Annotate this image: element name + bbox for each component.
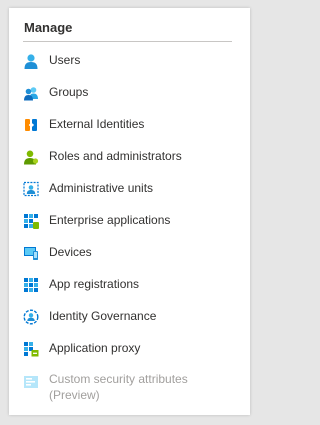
administrative-units-icon — [23, 181, 39, 197]
menu-item-label: External Identities — [49, 117, 145, 131]
menu-item-devices[interactable]: Devices — [9, 237, 250, 269]
external-identities-icon — [23, 117, 39, 133]
menu-item-label: Roles and administrators — [49, 149, 182, 163]
menu-item-label: Groups — [49, 85, 89, 99]
menu-item-groups[interactable]: Groups — [9, 77, 250, 109]
manage-panel: Manage Users Groups External Identities … — [9, 8, 250, 415]
identity-governance-icon — [23, 309, 39, 325]
menu-item-label: App registrations — [49, 277, 140, 291]
roles-icon — [23, 149, 39, 165]
menu-item-users[interactable]: Users — [9, 45, 250, 77]
user-icon — [23, 53, 39, 69]
enterprise-apps-icon — [23, 213, 39, 229]
app-registrations-icon — [23, 277, 39, 293]
menu-item-label: Identity Governance — [49, 309, 157, 323]
devices-icon — [23, 245, 39, 261]
menu-item-identity-governance[interactable]: Identity Governance — [9, 301, 250, 333]
custom-security-attributes-icon — [23, 374, 39, 390]
menu-item-enterprise-applications[interactable]: Enterprise applications — [9, 205, 250, 237]
menu-item-label: Devices — [49, 245, 92, 259]
menu-item-label: Administrative units — [49, 181, 154, 195]
application-proxy-icon — [23, 341, 39, 357]
groups-icon — [23, 85, 39, 101]
section-header: Manage — [24, 20, 73, 35]
menu-item-label: Custom security attributes (Preview) — [49, 372, 188, 402]
menu-item-application-proxy[interactable]: Application proxy — [9, 333, 250, 365]
menu-item-administrative-units[interactable]: Administrative units — [9, 173, 250, 205]
divider — [23, 41, 232, 42]
menu-item-app-registrations[interactable]: App registrations — [9, 269, 250, 301]
menu-item-external-identities[interactable]: External Identities — [9, 109, 250, 141]
menu-item-custom-security-attributes: Custom security attributes (Preview) — [9, 365, 250, 411]
menu-item-label: Users — [49, 53, 81, 67]
menu-item-roles-and-administrators[interactable]: Roles and administrators — [9, 141, 250, 173]
manage-menu: Users Groups External Identities Roles a… — [9, 45, 250, 411]
menu-item-label: Enterprise applications — [49, 213, 171, 227]
menu-item-label: Application proxy — [49, 341, 141, 355]
